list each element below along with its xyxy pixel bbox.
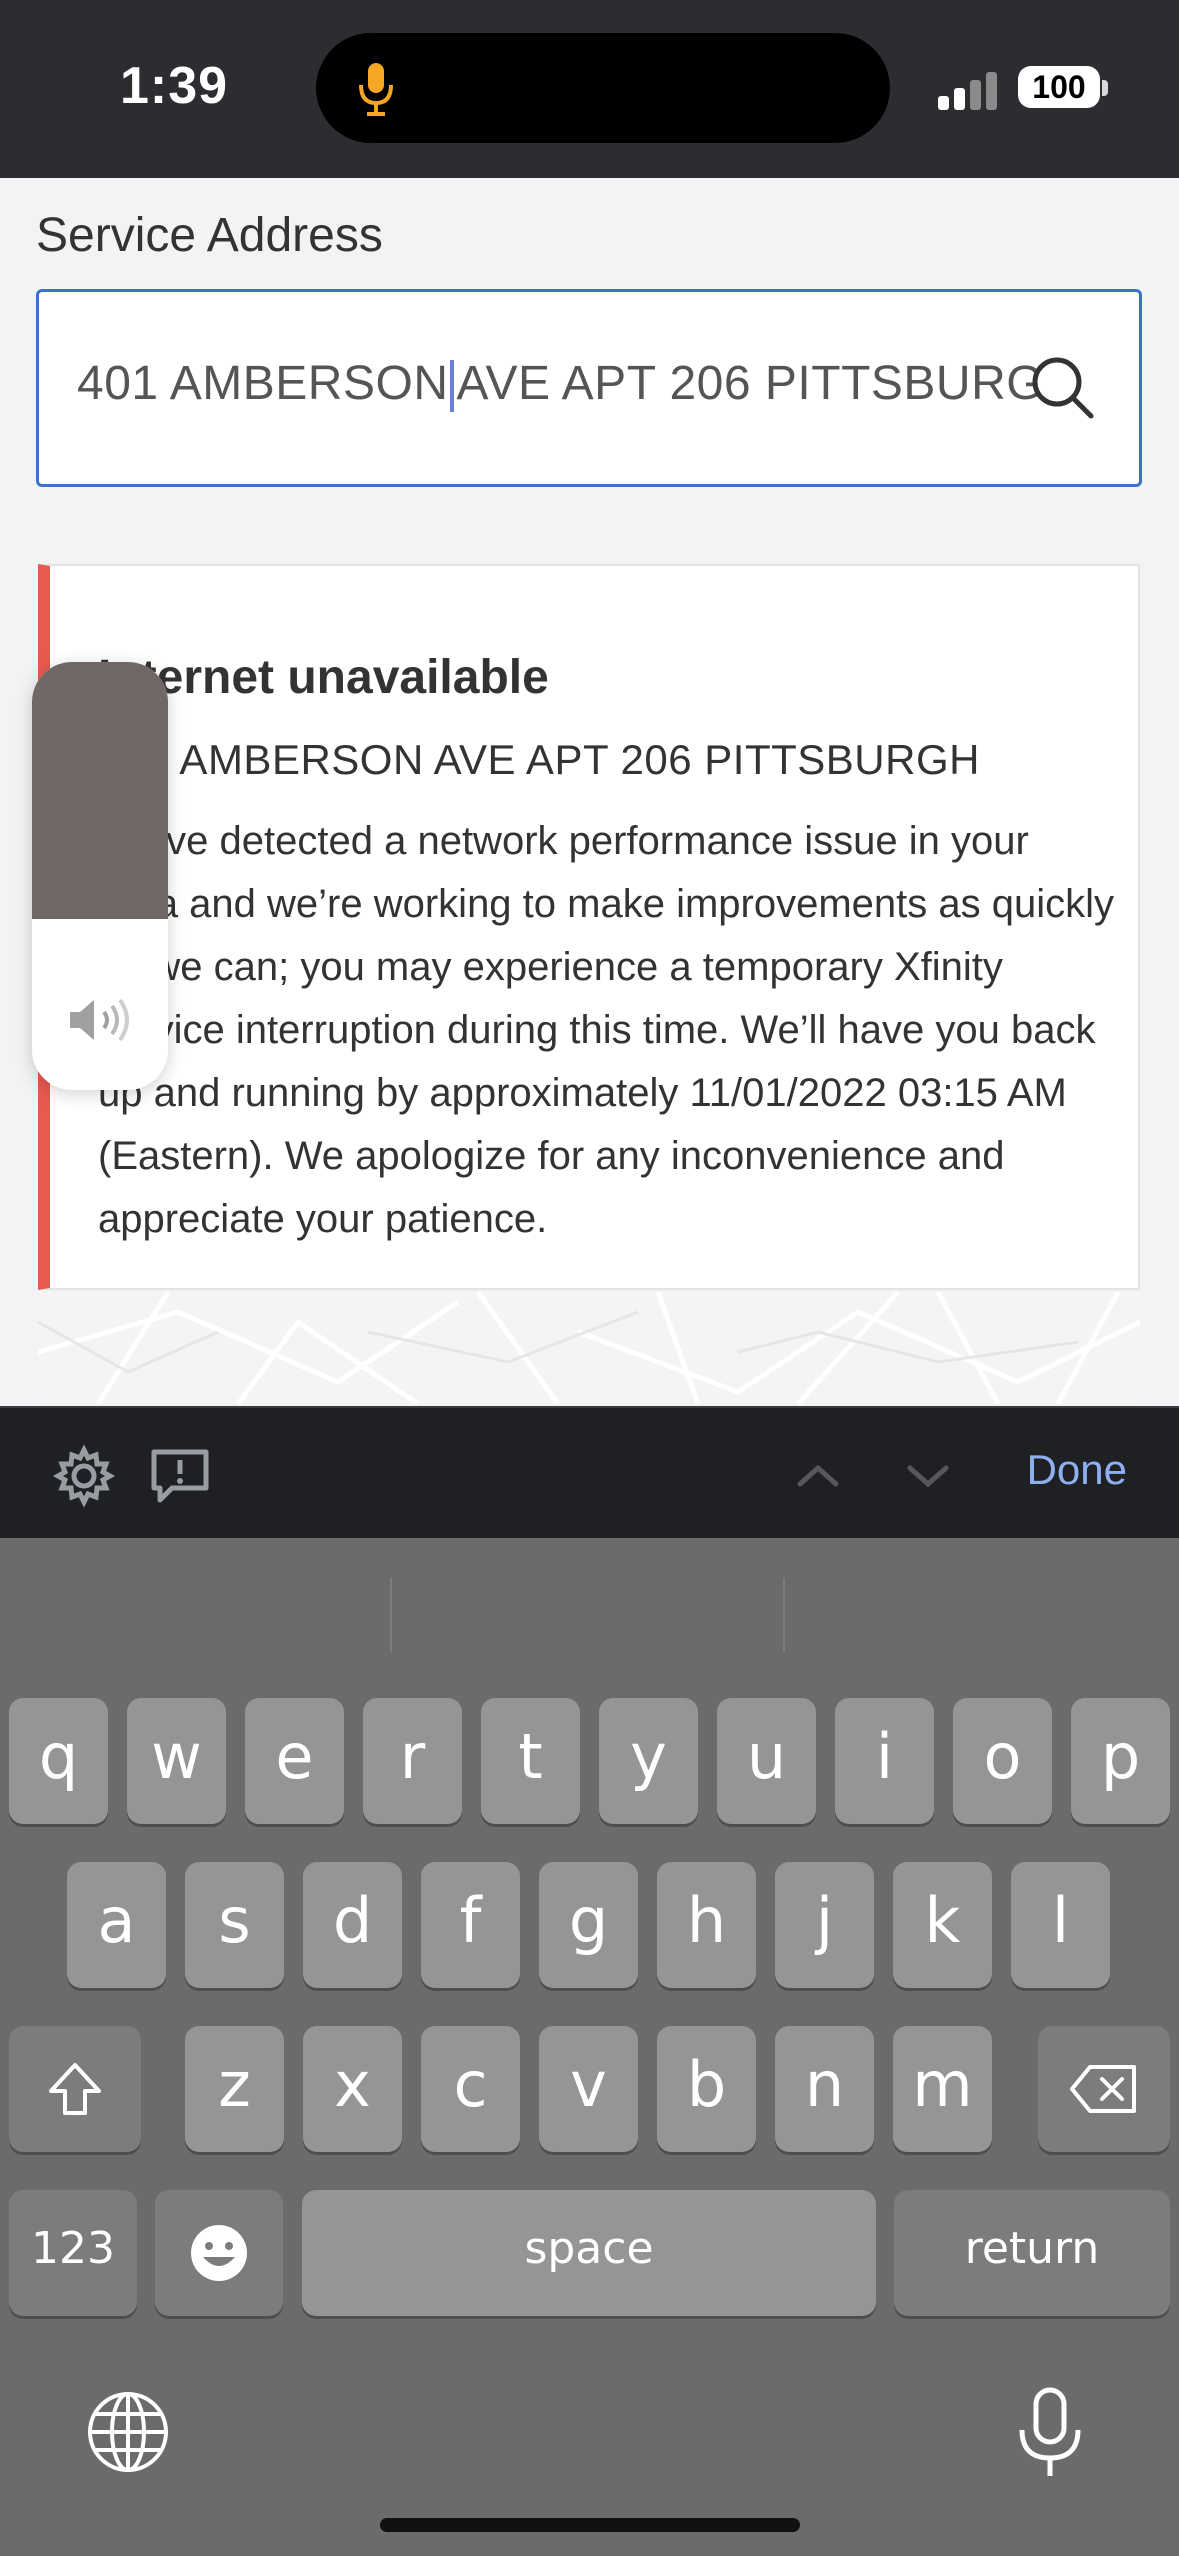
shift-arrow-icon — [49, 2063, 101, 2115]
key-a[interactable]: a — [67, 1862, 166, 1988]
keyboard-toolbar: Done — [0, 1406, 1179, 1538]
space-key[interactable]: space — [302, 2190, 876, 2316]
key-f[interactable]: f — [421, 1862, 520, 1988]
backspace-key[interactable] — [1038, 2026, 1170, 2152]
volume-level-fill — [32, 662, 168, 919]
key-e[interactable]: e — [245, 1698, 344, 1824]
address-input-value[interactable]: 401 AMBERSON AVE APT 206 PITTSBURGH — [77, 356, 1057, 413]
alert-address: 401 AMBERSON AVE APT 206 PITTSBURGH — [98, 736, 980, 783]
backspace-icon — [1070, 2065, 1136, 2113]
suggestion-divider — [390, 1578, 392, 1652]
home-indicator[interactable] — [380, 2518, 800, 2532]
key-l[interactable]: l — [1011, 1862, 1110, 1988]
key-o[interactable]: o — [953, 1698, 1052, 1824]
volume-hud[interactable] — [32, 662, 168, 1090]
key-p[interactable]: p — [1071, 1698, 1170, 1824]
alert-message: We’ve detected a network performance iss… — [98, 819, 1114, 1241]
key-w[interactable]: w — [127, 1698, 226, 1824]
battery-indicator: 100 — [1018, 66, 1100, 108]
key-d[interactable]: d — [303, 1862, 402, 1988]
status-bar: 1:39 100 — [0, 0, 1179, 178]
status-time: 1:39 — [120, 57, 229, 115]
outage-alert-card: Internet unavailable 401 AMBERSON AVE AP… — [38, 564, 1140, 1290]
key-t[interactable]: t — [481, 1698, 580, 1824]
gear-icon[interactable] — [52, 1444, 116, 1508]
key-i[interactable]: i — [835, 1698, 934, 1824]
speaker-icon — [70, 998, 129, 1042]
outage-map[interactable] — [38, 1292, 1140, 1404]
done-button[interactable]: Done — [1027, 1446, 1127, 1494]
chevron-down-icon[interactable] — [896, 1444, 960, 1508]
search-icon[interactable] — [1027, 352, 1099, 424]
microphone-indicator-icon — [359, 63, 393, 116]
key-r[interactable]: r — [363, 1698, 462, 1824]
key-n[interactable]: n — [775, 2026, 874, 2152]
text-cursor — [450, 360, 455, 413]
shift-key[interactable] — [9, 2026, 141, 2152]
numbers-key[interactable]: 123 — [9, 2190, 137, 2316]
on-screen-keyboard: q w e r t y u i o p a s d f g h j k l z … — [0, 1538, 1179, 2556]
emoji-icon — [191, 2225, 247, 2281]
service-address-label: Service Address — [36, 209, 383, 262]
feedback-icon[interactable] — [148, 1444, 212, 1508]
dynamic-island — [316, 33, 890, 143]
battery-cap — [1102, 80, 1108, 96]
map-streets-graphic — [38, 1292, 1140, 1404]
suggestion-divider — [783, 1578, 785, 1652]
return-key[interactable]: return — [894, 2190, 1170, 2316]
key-c[interactable]: c — [421, 2026, 520, 2152]
key-h[interactable]: h — [657, 1862, 756, 1988]
key-j[interactable]: j — [775, 1862, 874, 1988]
dictation-microphone-icon[interactable] — [1010, 2386, 1090, 2482]
key-z[interactable]: z — [185, 2026, 284, 2152]
key-y[interactable]: y — [599, 1698, 698, 1824]
key-g[interactable]: g — [539, 1862, 638, 1988]
key-x[interactable]: x — [303, 2026, 402, 2152]
key-s[interactable]: s — [185, 1862, 284, 1988]
service-address-input[interactable]: 401 AMBERSON AVE APT 206 PITTSBURGH — [36, 289, 1142, 487]
key-u[interactable]: u — [717, 1698, 816, 1824]
key-k[interactable]: k — [893, 1862, 992, 1988]
globe-icon[interactable] — [84, 2388, 172, 2476]
key-q[interactable]: q — [9, 1698, 108, 1824]
address-text-before-cursor: 401 AMBERSON — [77, 357, 449, 410]
key-b[interactable]: b — [657, 2026, 756, 2152]
key-v[interactable]: v — [539, 2026, 638, 2152]
key-m[interactable]: m — [893, 2026, 992, 2152]
cellular-signal-icon — [938, 70, 998, 110]
address-text-after-cursor: AVE APT 206 PITTSBURGH — [456, 357, 1057, 410]
emoji-key[interactable] — [155, 2190, 283, 2316]
chevron-up-icon[interactable] — [786, 1444, 850, 1508]
